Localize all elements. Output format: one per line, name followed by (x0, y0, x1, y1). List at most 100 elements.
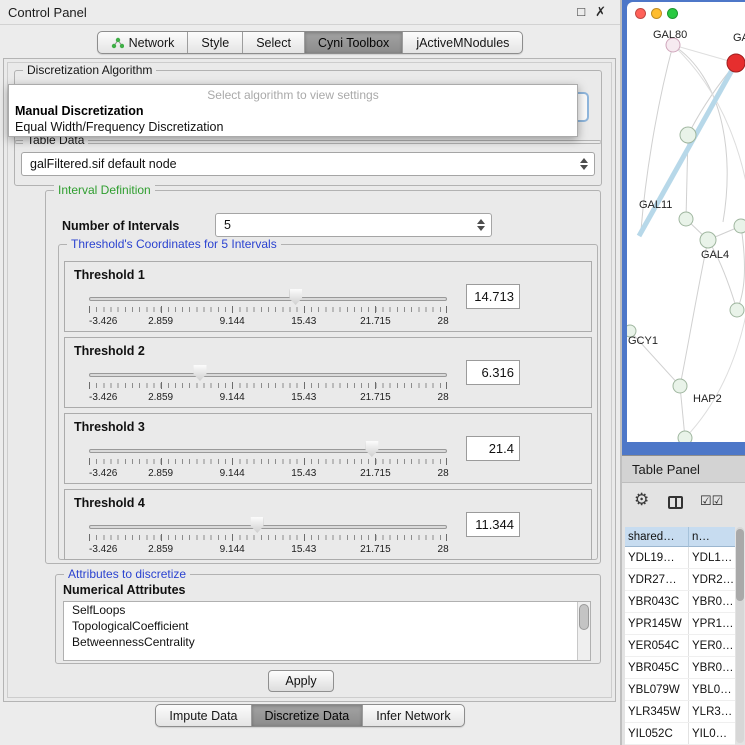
list-item[interactable]: SelfLoops (64, 602, 590, 618)
window-title: Control Panel (8, 5, 87, 20)
close-window-icon[interactable]: ✗ (595, 4, 606, 20)
table-cell[interactable]: YDR2… (689, 569, 735, 590)
control-panel-titlebar: Control Panel □ ✗ (0, 0, 620, 25)
tab-select[interactable]: Select (243, 32, 305, 53)
network-node[interactable] (673, 379, 687, 393)
tab-label: Style (201, 36, 229, 50)
table-cell[interactable]: YIL052C (625, 723, 689, 744)
network-node-red[interactable] (727, 54, 745, 72)
checkbox-icons[interactable]: ☑☑ (700, 493, 723, 509)
network-window-frame: GAL80 GA GAL11 GAL4 GCY1 HAP2 (622, 0, 745, 455)
tab-network[interactable]: Network (98, 32, 189, 53)
tab-discretize-data[interactable]: Discretize Data (252, 705, 364, 726)
network-node-label: GAL11 (639, 199, 672, 211)
top-tabbar: Network Style Select Cyni Toolbox jActiv… (0, 31, 620, 54)
table-row[interactable]: YPR145WYPR1… (625, 613, 735, 635)
table-header-cell[interactable]: n… (689, 527, 735, 547)
table-row[interactable]: YIL052CYIL0… (625, 723, 735, 745)
network-tab-icon (111, 37, 124, 49)
network-node[interactable] (730, 303, 744, 317)
network-node[interactable] (679, 212, 693, 226)
table-cell[interactable]: YDR27… (625, 569, 689, 590)
screen: Control Panel □ ✗ Network Style Select C… (0, 0, 745, 745)
network-node[interactable] (680, 127, 696, 143)
table-cell[interactable]: YBL079W (625, 679, 689, 700)
tab-jactivemodules[interactable]: jActiveMNodules (403, 32, 522, 53)
threshold-value-input[interactable] (466, 284, 520, 309)
float-window-icon[interactable]: □ (577, 4, 585, 20)
slider-thumb[interactable] (251, 517, 264, 533)
table-panel: ⚙ ☑☑ shared… n… YDL19…YDL1… YDR27…YDR2… … (622, 483, 745, 745)
table-row[interactable]: YBL079WYBL0… (625, 679, 735, 701)
table-cell[interactable]: YBR045C (625, 657, 689, 678)
list-item[interactable]: TopologicalCoefficient (64, 618, 590, 634)
slider-thumb[interactable] (289, 289, 302, 305)
apply-button[interactable]: Apply (268, 670, 334, 692)
number-of-intervals-combobox[interactable]: 5 (215, 213, 492, 237)
slider-scale: -3.4262.8599.14415.4321.71528 (89, 392, 447, 404)
threshold-value-input[interactable] (466, 360, 520, 385)
columns-icon[interactable] (668, 496, 683, 509)
table-row[interactable]: YER054CYER0… (625, 635, 735, 657)
scrollbar-thumb[interactable] (579, 604, 589, 630)
table-cell[interactable]: YDL1… (689, 547, 735, 568)
popup-option-manual-discretization[interactable]: Manual Discretization (15, 104, 144, 118)
table-header-cell[interactable]: shared… (625, 527, 689, 547)
table-cell[interactable]: YBR0… (689, 591, 735, 612)
table-panel-title: Table Panel (632, 462, 700, 477)
slider-thumb[interactable] (365, 441, 378, 457)
tab-style[interactable]: Style (188, 32, 243, 53)
tab-label: Select (256, 36, 291, 50)
scrollbar-thumb[interactable] (736, 529, 744, 601)
list-item[interactable]: BetweennessCentrality (64, 634, 590, 650)
slider-track[interactable] (89, 449, 447, 453)
traffic-light-close-icon[interactable] (635, 8, 646, 19)
table-cell[interactable]: YBR043C (625, 591, 689, 612)
slider-track[interactable] (89, 297, 447, 301)
combo-value: galFiltered.sif default node (30, 157, 177, 171)
slider-major-ticks (89, 534, 447, 541)
table-cell[interactable]: YBR0… (689, 657, 735, 678)
table-row[interactable]: YDR27…YDR2… (625, 569, 735, 591)
table-row[interactable]: YBR043CYBR0… (625, 591, 735, 613)
table-data-combobox[interactable]: galFiltered.sif default node (21, 152, 595, 176)
threshold-panel-2: Threshold 2 -3.4262.8599.14415.4321.7152… (64, 337, 592, 408)
tab-cyni-toolbox[interactable]: Cyni Toolbox (305, 32, 403, 53)
slider-scale: -3.4262.8599.14415.4321.71528 (89, 544, 447, 556)
traffic-light-zoom-icon[interactable] (667, 8, 678, 19)
table-row[interactable]: YDL19…YDL1… (625, 547, 735, 569)
table-scrollbar[interactable] (736, 527, 744, 743)
window-controls (635, 8, 678, 19)
slider-thumb[interactable] (193, 365, 206, 381)
table-cell[interactable]: YLR3… (689, 701, 735, 722)
table-cell[interactable]: YER054C (625, 635, 689, 656)
thresholds-legend: Threshold's Coordinates for 5 Intervals (67, 237, 281, 251)
table-cell[interactable]: YPR145W (625, 613, 689, 634)
network-node[interactable] (734, 219, 745, 233)
list-scrollbar[interactable] (577, 602, 590, 660)
tab-impute-data[interactable]: Impute Data (156, 705, 251, 726)
threshold-value-input[interactable] (466, 512, 520, 537)
table-cell[interactable]: YLR345W (625, 701, 689, 722)
table-cell[interactable]: YIL0… (689, 723, 735, 744)
table-cell[interactable]: YBL0… (689, 679, 735, 700)
threshold-value-input[interactable] (466, 436, 520, 461)
table-row[interactable]: YLR345WYLR3… (625, 701, 735, 723)
table-cell[interactable]: YER0… (689, 635, 735, 656)
slider-track[interactable] (89, 373, 447, 377)
tab-infer-network[interactable]: Infer Network (363, 705, 463, 726)
slider-track[interactable] (89, 525, 447, 529)
spinner-icon[interactable] (477, 219, 485, 231)
tab-label: Discretize Data (265, 709, 350, 723)
table-row[interactable]: YBR045CYBR0… (625, 657, 735, 679)
traffic-light-minimize-icon[interactable] (651, 8, 662, 19)
network-canvas[interactable] (627, 22, 745, 442)
spinner-icon[interactable] (580, 158, 588, 170)
table-cell[interactable]: YPR1… (689, 613, 735, 634)
tab-label: Cyni Toolbox (318, 36, 389, 50)
table-cell[interactable]: YDL19… (625, 547, 689, 568)
settings-gear-icon[interactable]: ⚙ (634, 490, 649, 510)
network-node[interactable] (678, 431, 692, 442)
popup-option-equal-width[interactable]: Equal Width/Frequency Discretization (15, 120, 223, 134)
network-node[interactable] (700, 232, 716, 248)
